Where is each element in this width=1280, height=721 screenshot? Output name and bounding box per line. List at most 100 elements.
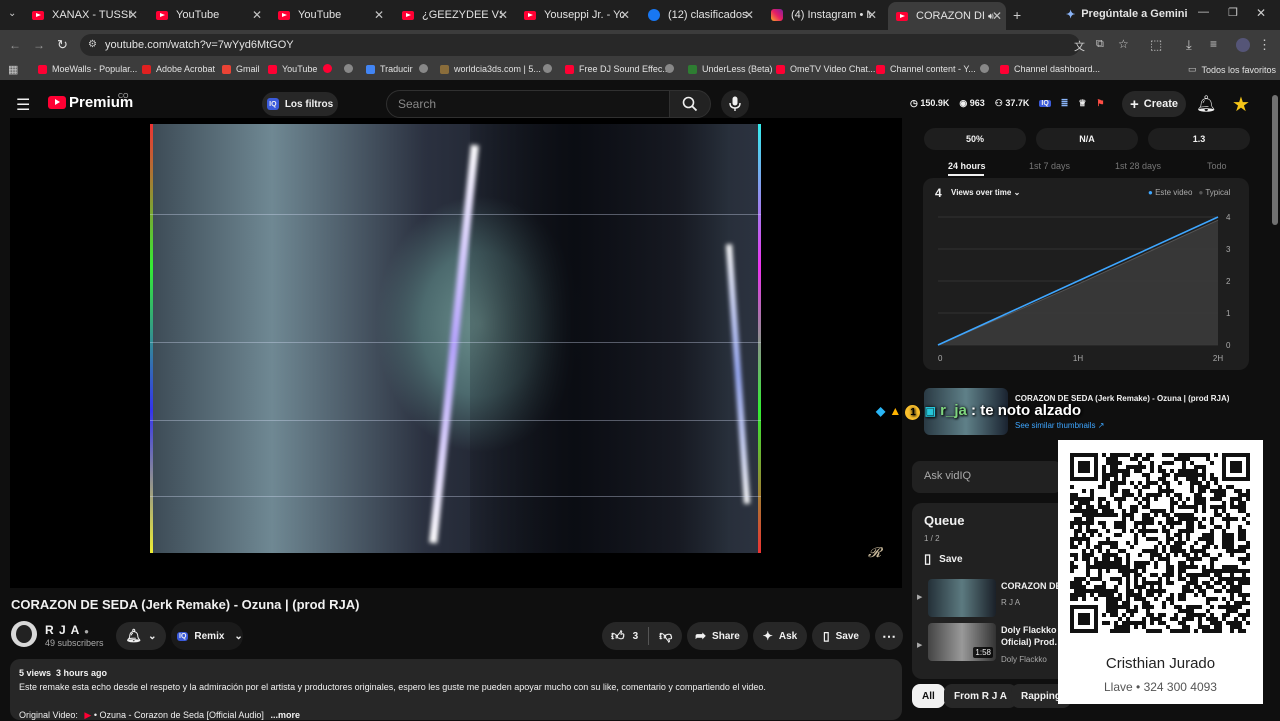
alert-icon[interactable]: ⚑ [1096,98,1104,109]
browser-tab[interactable]: (4) Instagram • Mens✕ [765,3,881,27]
subscribed-notifications-button[interactable]: 🔔︎ ⌄ [116,622,166,650]
save-button[interactable]: ▯ Save [812,622,870,650]
period-tab-28d[interactable]: 1st 28 days [1115,161,1161,171]
downloads-icon[interactable]: ⤓ [1186,37,1192,53]
like-button[interactable]: 👍︎ 3 [602,628,638,644]
browser-tab[interactable]: Youseppi Jr. - YouTu✕ [518,3,634,27]
profile-avatar[interactable] [1236,38,1250,52]
bookmark-item[interactable]: OmeTV Video Chat... [776,64,875,74]
tab-search-icon[interactable]: ⌄ [8,8,16,19]
bookmark-item[interactable]: Free DJ Sound Effec... [565,64,670,74]
close-tab-icon[interactable]: ✕ [128,8,138,22]
back-button[interactable]: ← [9,38,21,52]
new-tab-button[interactable]: + [1013,7,1021,23]
close-tab-icon[interactable]: ✕ [867,8,877,22]
close-window-button[interactable]: ✕ [1256,6,1266,20]
youtube-logo-icon[interactable] [48,96,66,109]
browser-tab[interactable]: XANAX - TUSSIWAR✕ [26,3,142,27]
apps-grid-icon[interactable]: ▦ [8,63,18,76]
ask-button[interactable]: ✦ Ask [753,622,807,650]
translate-icon[interactable]: 文 [1074,38,1085,54]
share-button[interactable]: ➦ Share [687,622,748,650]
close-tab-icon[interactable]: ✕ [620,8,630,22]
menu-icon[interactable]: ☰ [16,95,30,115]
bookmark-item[interactable] [543,64,557,73]
lines-icon[interactable]: ≣ [1061,98,1069,109]
browser-tab[interactable]: ¿GEEZYDEE VS JAIME✕ [396,3,512,27]
search-button[interactable] [669,90,711,118]
more-actions-button[interactable]: ⋯ [875,622,903,650]
create-button[interactable]: + Create [1122,91,1186,117]
bookmark-item[interactable]: Gmail [222,64,260,74]
bookmark-item[interactable]: YouTube [268,64,317,74]
install-app-icon[interactable]: ⧉ [1096,38,1104,51]
site-info-icon[interactable]: ⚙ [88,39,97,50]
minimize-button[interactable]: — [1198,6,1209,18]
vidiq-filters-button[interactable]: IQ Los filtros [262,92,338,116]
browser-tab[interactable]: YouTube✕ [272,3,388,27]
close-tab-icon[interactable]: ✕ [498,8,508,22]
qr-module [1206,581,1210,585]
bookmark-item[interactable] [344,64,358,73]
bookmark-item[interactable] [665,64,679,73]
chip-from-channel[interactable]: From R J A [944,684,1017,708]
bookmark-item[interactable]: worldcia3ds.com | 5... [440,64,541,74]
bookmark-item[interactable]: UnderLess (Beta) [688,64,773,74]
vidiq-small-icon[interactable]: IQ [1039,100,1050,107]
ask-vidiq-input[interactable]: Ask vidIQ [912,461,1062,493]
page-scrollbar[interactable] [1272,95,1278,225]
voice-search-button[interactable] [721,90,749,118]
original-video-link[interactable]: • Ozuna - Corazon de Seda [Official Audi… [94,710,264,720]
period-tab-24h[interactable]: 24 hours [948,161,986,171]
close-tab-icon[interactable]: ✕ [252,8,262,22]
channel-name[interactable]: R J A ● [45,623,90,637]
queue-item-title[interactable]: Doly Flackko Oficial) Prod. [1001,624,1061,648]
maximize-button[interactable]: ❐ [1228,6,1238,19]
premium-star-icon[interactable]: ★ [1232,92,1250,117]
notifications-bell-icon[interactable]: 🔔︎ [1196,94,1216,114]
bookmark-star-icon[interactable]: ☆ [1118,37,1129,51]
show-more-link[interactable]: ...more [270,710,300,720]
bookmark-item[interactable]: MoeWalls - Popular... [38,64,137,74]
queue-item-thumbnail[interactable] [928,579,996,617]
views-over-time-dropdown[interactable]: Views over time ⌄ [951,188,1020,197]
see-similar-thumbnails-link[interactable]: See similar thumbnails ↗ [1015,421,1104,430]
browser-tab[interactable]: CORAZON DE SE🔊︎✕ [888,2,1006,30]
description-box[interactable]: 5 views 3 hours ago Este remake esta ech… [10,659,902,720]
qr-module [1102,521,1106,525]
bookmark-item[interactable]: Adobe Acrobat [142,64,215,74]
chip-all[interactable]: All [912,684,945,708]
close-tab-icon[interactable]: ✕ [374,8,384,22]
period-tab-7d[interactable]: 1st 7 days [1029,161,1070,171]
queue-save-button[interactable]: ▯ Save [924,551,963,567]
bookmark-item[interactable] [419,64,433,73]
trophy-icon[interactable]: ♕ [1078,98,1086,109]
qr-module [1070,553,1074,557]
browser-menu-icon[interactable]: ⋮ [1258,37,1271,53]
dislike-button[interactable]: 👎︎ [659,628,672,644]
qr-module [1190,573,1194,577]
browser-tab[interactable]: (12) clasificados Kilóm✕ [642,3,758,27]
reload-button[interactable]: ↻ [57,37,68,53]
bookmark-item[interactable]: Channel dashboard... [1000,64,1100,74]
bookmark-item[interactable]: Channel content - Y... [876,64,976,74]
address-bar[interactable]: ⚙ youtube.com/watch?v=7wYyd6MtGOY 文 ⧉ ☆ [80,34,1080,56]
browser-tab[interactable]: YouTube✕ [150,3,266,27]
close-tab-icon[interactable]: ✕ [744,8,754,22]
media-controls-icon[interactable]: ≡ [1210,37,1217,51]
bookmark-item[interactable] [323,64,337,73]
qr-module [1242,501,1246,505]
queue-item-title[interactable]: CORAZON DE [1001,581,1061,591]
close-tab-icon[interactable]: ✕ [992,9,1002,23]
bookmark-item[interactable]: Traducir [366,64,413,74]
channel-avatar[interactable] [11,621,37,647]
remix-button[interactable]: IQ Remix ⌄ [171,622,243,650]
queue-item-thumbnail[interactable]: 1:58 [928,623,996,661]
bookmark-item[interactable] [980,64,994,73]
period-tab-all[interactable]: Todo [1207,161,1227,171]
search-input[interactable]: Search [386,90,670,118]
all-bookmarks-folder[interactable]: ▭ Todos los favoritos [1188,64,1276,75]
forward-button[interactable]: → [33,38,45,52]
gemini-button[interactable]: ✦ Pregúntale a Gemini [1066,3,1188,25]
extensions-icon[interactable]: ⬚ [1150,37,1162,53]
